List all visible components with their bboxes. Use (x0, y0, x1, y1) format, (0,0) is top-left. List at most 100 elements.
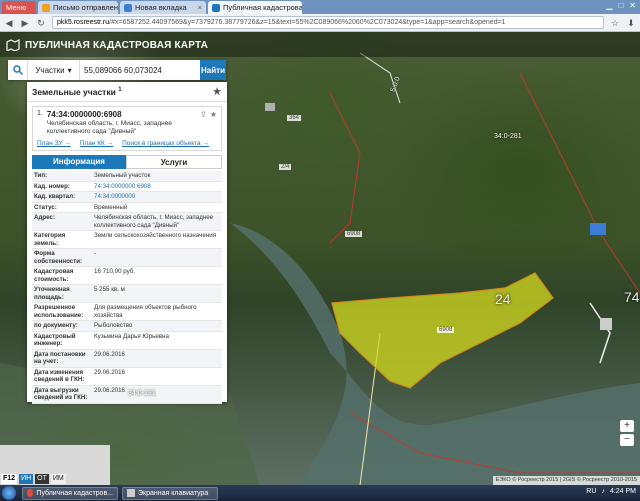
card-links: План ЗУ → План КК → Поиск в границах объ… (37, 140, 217, 147)
download-icon[interactable]: ⬇ (626, 18, 636, 28)
chevron-down-icon: ▾ (67, 65, 72, 75)
mail-icon (42, 3, 50, 12)
info-row: Кадастровая стоимость: 16 710,00 руб. (32, 267, 222, 285)
zoom-in-button[interactable]: + (620, 420, 634, 432)
tab-new[interactable]: Новая вкладка × (120, 1, 206, 14)
key-button[interactable]: ИН (19, 474, 34, 484)
map-label: 6908 (437, 327, 455, 333)
info-value[interactable]: 74:34:0000000 (92, 192, 222, 202)
panel-tabs: Информация Услуги (32, 155, 222, 169)
info-row: по документу: Рыболовство (32, 321, 222, 332)
info-key: Кад. квартал: (34, 193, 76, 200)
info-key: Адрес: (34, 214, 56, 221)
map-label: 74 (624, 289, 640, 305)
taskbar-item-label: Публичная кадастров... (36, 489, 113, 497)
search-type-select[interactable]: Участки ▾ (28, 60, 80, 80)
browser-menu-tab[interactable]: Меню (2, 1, 36, 14)
info-key: Дата изменения сведений в ГКН: (34, 368, 85, 384)
zoom-out-button[interactable]: − (620, 434, 634, 446)
search-icon[interactable] (8, 60, 28, 80)
info-value: 29.06.2016 (94, 386, 125, 394)
map-label: 34:0-131 (128, 390, 156, 397)
key-button[interactable]: ИМ (50, 474, 66, 484)
info-key: Форма собственности: (34, 250, 83, 265)
map-label: 6908 (345, 231, 363, 237)
tab-label: Публичная кадастровая (223, 3, 302, 12)
map-attribution: ЕЭКО © Роcреестр 2015 | 2GIS © Роcреестр… (492, 476, 640, 485)
info-value: Кузьмина Дарья Юрьевна (94, 332, 169, 340)
info-key: Дата выгрузки сведений из ГКН: (34, 386, 88, 402)
url-domain: pkk5.rosreestr.ru (57, 19, 110, 26)
cadastre-icon (212, 3, 220, 12)
volume-icon[interactable]: ♪ (601, 488, 605, 495)
taskbar-item-browser[interactable]: Публичная кадастров... (22, 486, 118, 500)
card-tools: ⇪ ★ (200, 110, 217, 136)
tab-label: Новая вкладка (135, 3, 187, 12)
f12-key[interactable]: F12 (1, 474, 18, 484)
info-value: 29.06.2016 (94, 350, 125, 358)
browser-tabbar: Меню Письмо отправлено - Я × Новая вклад… (0, 0, 640, 14)
panel-title-text: Земельные участки (32, 86, 116, 97)
close-icon[interactable]: × (198, 3, 202, 12)
info-value: Для размещения объектов рыбного хозяйств… (94, 304, 197, 319)
close-window-icon[interactable]: ✕ (629, 1, 636, 10)
info-value: 16 710,00 руб. (94, 268, 136, 275)
result-card[interactable]: 1. 74:34:0000000:6908 Челябинская област… (32, 106, 222, 151)
search-input[interactable] (80, 60, 200, 80)
forward-icon[interactable]: ▶ (20, 18, 30, 28)
favorite-star-icon[interactable]: ★ (212, 85, 222, 98)
bookmark-icon[interactable]: ☆ (610, 18, 620, 28)
info-value: Земли сельскохозяйственного назначения (94, 232, 217, 239)
window-controls: ▁ □ ✕ (606, 1, 636, 10)
clock[interactable]: 4:24 PM (610, 488, 636, 495)
map-label: 24 (495, 291, 511, 307)
maximize-icon[interactable]: □ (618, 1, 623, 10)
info-key: по документу: (34, 322, 78, 329)
info-value: Челябинская область, г. Миасс, западнее … (94, 214, 214, 229)
browser-icon (27, 489, 34, 497)
results-panel: Земельные участки 1 ★ 1. 74:34:0000000:6… (27, 82, 227, 404)
star-icon[interactable]: ★ (210, 110, 217, 136)
info-row: Форма собственности: - (32, 249, 222, 267)
info-key: Категория земель: (34, 232, 66, 247)
info-row: Уточненная площадь: 5 255 кв. м (32, 285, 222, 303)
taskbar-item-keyboard[interactable]: Экранная клавиатура (122, 486, 218, 500)
map-label: 364 (287, 115, 302, 121)
key-button[interactable]: ОТ (35, 474, 49, 484)
panel-header: Земельные участки 1 ★ (27, 82, 227, 102)
plan-zu-link[interactable]: План ЗУ → (37, 140, 71, 147)
app-brand: ПУБЛИЧНАЯ КАДАСТРОВАЯ КАРТА (6, 39, 208, 51)
info-key: Статус: (34, 203, 57, 211)
info-row: Дата выгрузки сведений из ГКН: 29.06.2016 (32, 385, 222, 404)
info-value: - (94, 250, 97, 257)
info-key: Уточненная площадь: (34, 286, 70, 301)
search-bar: Участки ▾ Найти (8, 60, 226, 80)
tab-information[interactable]: Информация (32, 155, 126, 169)
tab-services[interactable]: Услуги (126, 155, 222, 169)
back-icon[interactable]: ◀ (4, 18, 14, 28)
minimize-icon[interactable]: ▁ (606, 1, 612, 10)
info-key: Дата постановки на учет: (34, 350, 86, 366)
share-icon[interactable]: ⇪ (200, 110, 207, 136)
map-view[interactable]: ПУБЛИЧНАЯ КАДАСТРОВАЯ КАРТА Участки ▾ На… (0, 33, 640, 485)
reload-icon[interactable]: ↻ (36, 18, 46, 28)
info-key: Кадастровая стоимость: (34, 268, 74, 283)
info-row: Категория земель: Земли сельскохозяйствен… (32, 231, 222, 249)
info-value[interactable]: 74:34:0000000:6908 (92, 182, 222, 192)
tab-mail[interactable]: Письмо отправлено - Я × (38, 1, 118, 14)
info-value: 29.06.2016 (94, 368, 125, 376)
info-row: Статус: Временный (32, 203, 222, 213)
search-button[interactable]: Найти (200, 60, 226, 80)
start-button[interactable] (2, 486, 16, 500)
url-field[interactable]: pkk5.rosreestr.ru/#x=6587252.44097569&y=… (52, 16, 604, 29)
tab-cadastre[interactable]: Публичная кадастровая × (208, 1, 302, 14)
language-indicator[interactable]: RU (586, 488, 596, 495)
info-value: Рыболовство (94, 322, 133, 329)
cadastral-number: 74:34:0000000:6908 (46, 110, 122, 119)
system-tray: RU ♪ 4:24 PM (586, 488, 636, 495)
plan-kk-link[interactable]: План КК → (80, 140, 113, 147)
info-row: Разрешенное использование: Для размещения… (32, 303, 222, 321)
result-address: Челябинская область, г. Миасс, западнее … (46, 120, 172, 135)
search-in-bounds-link[interactable]: Поиск в границах объекта → (122, 140, 209, 147)
info-row: Тип: Земельный участок (32, 171, 222, 182)
